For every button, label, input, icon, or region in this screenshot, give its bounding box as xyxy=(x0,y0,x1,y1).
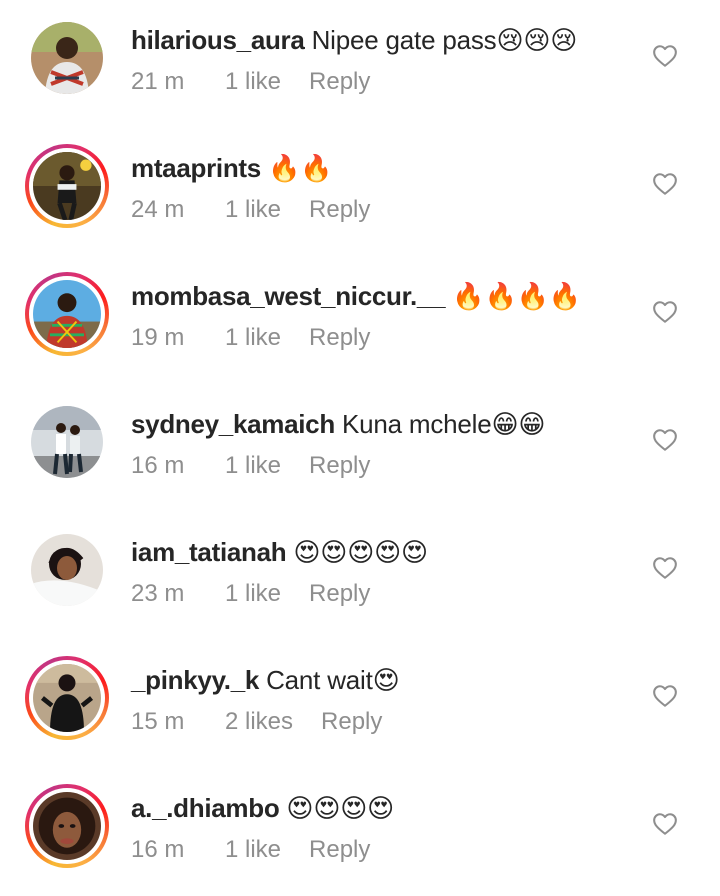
heart-outline-icon[interactable] xyxy=(652,427,678,453)
reply-button[interactable]: Reply xyxy=(309,450,370,482)
likes-count[interactable]: 1 like xyxy=(225,578,281,610)
avatar-image xyxy=(31,22,103,94)
avatar-image xyxy=(33,792,101,860)
comment-meta: 24 m 1 like Reply xyxy=(131,194,370,226)
avatar-image xyxy=(33,664,101,732)
comment-body: 😍😍😍😍 xyxy=(279,793,395,823)
avatar[interactable] xyxy=(25,400,109,484)
avatar[interactable] xyxy=(25,16,109,100)
comment-item: sydney_kamaich Kuna mchele😁😁 16 m 1 like R… xyxy=(0,384,720,512)
heart-outline-icon[interactable] xyxy=(652,171,678,197)
comment-meta: 19 m 1 like Reply xyxy=(131,322,370,354)
username-link[interactable]: mtaaprints xyxy=(131,153,261,183)
likes-count[interactable]: 1 like xyxy=(225,66,281,98)
comment-time: 23 m xyxy=(131,580,185,607)
avatar-image xyxy=(33,280,101,348)
likes-count[interactable]: 1 like xyxy=(225,194,281,226)
username-link[interactable]: _pinkyy._k xyxy=(131,665,259,695)
heart-outline-icon[interactable] xyxy=(652,299,678,325)
heart-outline-icon[interactable] xyxy=(652,43,678,69)
heart-outline-icon[interactable] xyxy=(652,811,678,837)
comment-time: 15 m xyxy=(131,708,185,735)
reply-button[interactable]: Reply xyxy=(309,194,370,226)
comment-time: 21 m xyxy=(131,68,185,95)
avatar-image xyxy=(31,534,103,606)
comment-time: 16 m xyxy=(131,452,185,479)
comment-text: hilarious_aura Nipee gate pass😢😢😢 xyxy=(131,24,577,56)
comment-item: hilarious_aura Nipee gate pass😢😢😢 21 m 1 … xyxy=(0,0,720,128)
avatar-image xyxy=(31,406,103,478)
avatar[interactable] xyxy=(25,528,109,612)
comment-body: 🔥🔥 xyxy=(260,153,333,183)
reply-button[interactable]: Reply xyxy=(309,578,370,610)
comment-item: iam_tatianah 😍😍😍😍😍 23 m 1 like Reply xyxy=(0,512,720,640)
comment-item: mombasa_west_niccur.__ 🔥🔥🔥🔥 19 m 1 like Re… xyxy=(0,256,720,384)
avatar-image xyxy=(33,152,101,220)
comment-time: 19 m xyxy=(131,324,185,351)
avatar-story-ring[interactable] xyxy=(25,144,109,228)
reply-button[interactable]: Reply xyxy=(309,834,370,866)
reply-button[interactable]: Reply xyxy=(309,322,370,354)
username-link[interactable]: sydney_kamaich xyxy=(131,409,335,439)
reply-button[interactable]: Reply xyxy=(309,66,370,98)
comment-item: _pinkyy._k Cant wait😍 15 m 2 likes Reply xyxy=(0,640,720,768)
comment-body: 🔥🔥🔥🔥 xyxy=(445,281,581,311)
comment-body: Nipee gate pass😢😢😢 xyxy=(304,25,578,55)
comment-meta: 16 m 1 like Reply xyxy=(131,450,370,482)
comment-body: Cant wait😍 xyxy=(259,665,400,695)
comment-item: a._.dhiambo 😍😍😍😍 16 m 1 like Reply xyxy=(0,768,720,896)
comment-body: Kuna mchele😁😁 xyxy=(334,409,546,439)
comment-meta: 21 m 1 like Reply xyxy=(131,66,370,98)
likes-count[interactable]: 1 like xyxy=(225,834,281,866)
avatar-story-ring[interactable] xyxy=(25,272,109,356)
comment-text: mombasa_west_niccur.__ 🔥🔥🔥🔥 xyxy=(131,280,581,312)
comment-time: 16 m xyxy=(131,836,185,863)
comment-meta: 23 m 1 like Reply xyxy=(131,578,370,610)
comment-meta: 15 m 2 likes Reply xyxy=(131,706,382,738)
comment-body: 😍😍😍😍😍 xyxy=(286,537,428,567)
comment-text: a._.dhiambo 😍😍😍😍 xyxy=(131,792,394,824)
comment-text: sydney_kamaich Kuna mchele😁😁 xyxy=(131,408,546,440)
avatar-story-ring[interactable] xyxy=(25,784,109,868)
comment-item: mtaaprints 🔥🔥 24 m 1 like Reply xyxy=(0,128,720,256)
comment-text: _pinkyy._k Cant wait😍 xyxy=(131,664,400,696)
comment-list: hilarious_aura Nipee gate pass😢😢😢 21 m 1 … xyxy=(0,0,720,883)
username-link[interactable]: mombasa_west_niccur.__ xyxy=(131,281,446,311)
comment-meta: 16 m 1 like Reply xyxy=(131,834,370,866)
reply-button[interactable]: Reply xyxy=(321,706,382,738)
heart-outline-icon[interactable] xyxy=(652,683,678,709)
avatar-story-ring[interactable] xyxy=(25,656,109,740)
username-link[interactable]: a._.dhiambo xyxy=(131,793,280,823)
likes-count[interactable]: 1 like xyxy=(225,322,281,354)
comment-time: 24 m xyxy=(131,196,185,223)
heart-outline-icon[interactable] xyxy=(652,555,678,581)
username-link[interactable]: hilarious_aura xyxy=(131,25,305,55)
username-link[interactable]: iam_tatianah xyxy=(131,537,287,567)
comment-text: mtaaprints 🔥🔥 xyxy=(131,152,332,184)
likes-count[interactable]: 1 like xyxy=(225,450,281,482)
comment-text: iam_tatianah 😍😍😍😍😍 xyxy=(131,536,428,568)
likes-count[interactable]: 2 likes xyxy=(225,706,293,738)
